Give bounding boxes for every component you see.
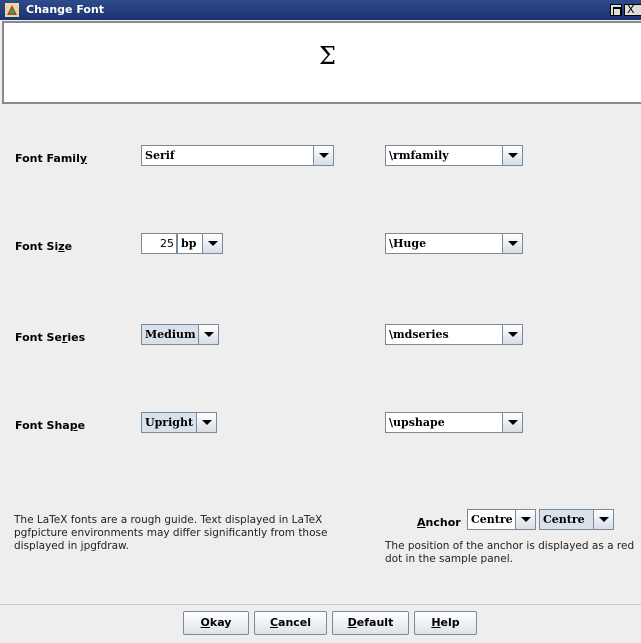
default-button[interactable]: Default (332, 611, 409, 635)
font-shape-label: Font Shape (15, 419, 86, 432)
font-family-select[interactable]: Serif (141, 145, 334, 166)
chevron-down-icon[interactable] (502, 146, 522, 165)
chevron-down-icon[interactable] (502, 325, 522, 344)
chevron-down-icon[interactable] (502, 234, 522, 253)
chevron-down-icon[interactable] (502, 413, 522, 432)
anchor-note: The position of the anchor is displayed … (385, 540, 635, 565)
window-title: Change Font (26, 3, 105, 16)
font-family-label: Font Family (15, 152, 88, 165)
chevron-down-icon[interactable] (313, 146, 333, 165)
latex-family-select[interactable]: \rmfamily (385, 145, 523, 166)
chevron-down-icon[interactable] (593, 510, 613, 529)
font-size-input[interactable]: 25 (141, 233, 177, 254)
button-divider (0, 604, 641, 605)
font-size-label: Font Size (15, 240, 73, 253)
latex-series-select[interactable]: \mdseries (385, 324, 523, 345)
cancel-button[interactable]: Cancel (254, 611, 327, 635)
chevron-down-icon[interactable] (196, 413, 216, 432)
chevron-down-icon[interactable] (202, 234, 222, 253)
latex-shape-select[interactable]: \upshape (385, 412, 523, 433)
anchor-horizontal-select[interactable]: Centre (467, 509, 536, 530)
anchor-label: Anchor (417, 516, 461, 529)
font-series-label: Font Series (15, 331, 86, 344)
sample-symbol: Σ (319, 42, 336, 70)
title-bar[interactable]: Change Font X (0, 0, 641, 20)
chevron-down-icon[interactable] (198, 325, 218, 344)
help-button[interactable]: Help (414, 611, 477, 635)
maximize-icon[interactable] (610, 4, 622, 16)
font-shape-select[interactable]: Upright (141, 412, 217, 433)
font-series-select[interactable]: Medium (141, 324, 219, 345)
anchor-vertical-select[interactable]: Centre (539, 509, 614, 530)
size-unit-select[interactable]: bp (177, 233, 223, 254)
close-icon[interactable]: X (624, 4, 641, 16)
app-icon (5, 3, 19, 17)
chevron-down-icon[interactable] (515, 510, 535, 529)
okay-button[interactable]: Okay (183, 611, 249, 635)
latex-size-select[interactable]: \Huge (385, 233, 523, 254)
sample-panel: Σ (2, 21, 641, 104)
latex-guide-note: The LaTeX fonts are a rough guide. Text … (14, 514, 328, 552)
